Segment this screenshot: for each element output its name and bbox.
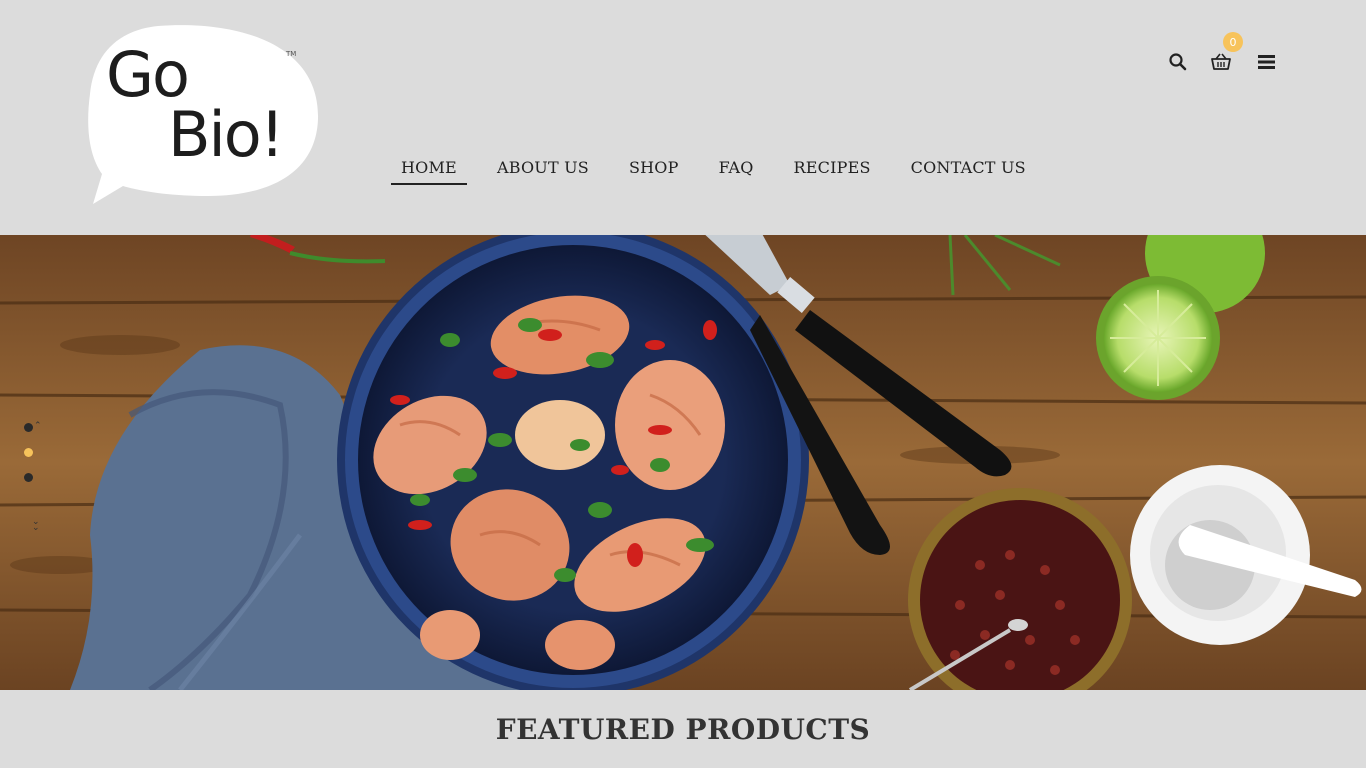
nav-item-recipes[interactable]: RECIPES <box>784 158 881 185</box>
slider-dot-2[interactable] <box>24 448 33 457</box>
nav-item-home[interactable]: HOME <box>391 158 467 185</box>
slider-dot-3[interactable] <box>24 473 33 482</box>
nav-item-about-us[interactable]: ABOUT US <box>487 158 599 185</box>
nav-item-shop[interactable]: SHOP <box>619 158 689 185</box>
section-title: FEATURED PRODUCTS <box>495 713 871 746</box>
trademark-mark: TM <box>286 50 297 58</box>
hero-slider-pagination: ⌃ ⌄ ⌄ <box>22 421 46 563</box>
nav-item-faq[interactable]: FAQ <box>709 158 764 185</box>
menu-button[interactable] <box>1257 52 1279 74</box>
nav-item-contact-us[interactable]: CONTACT US <box>901 158 1036 185</box>
chevron-up-icon[interactable]: ⌃ <box>34 421 42 431</box>
basket-icon <box>1211 53 1231 70</box>
search-button[interactable] <box>1168 52 1190 74</box>
logo-text-go: Go <box>106 38 190 111</box>
brand-logo[interactable]: Go Bio! TM <box>88 24 323 209</box>
logo-text-bio: Bio! <box>168 98 285 171</box>
hero-slider: ⌃ ⌄ ⌄ <box>0 235 1366 690</box>
cart-button[interactable] <box>1210 52 1232 74</box>
slider-dot-1[interactable] <box>24 423 33 432</box>
site-header: Go Bio! TM HOME ABOUT US SHOP FAQ RECIPE… <box>0 0 1366 235</box>
main-navigation: HOME ABOUT US SHOP FAQ RECIPES CONTACT U… <box>391 158 1056 185</box>
search-icon <box>1169 53 1187 71</box>
chevron-double-down-icon-2[interactable]: ⌄ <box>32 523 40 533</box>
hero-image <box>0 235 1366 690</box>
hamburger-icon <box>1258 55 1275 69</box>
cart-count-badge: 0 <box>1223 32 1243 52</box>
featured-products-section: FEATURED PRODUCTS <box>0 690 1366 768</box>
